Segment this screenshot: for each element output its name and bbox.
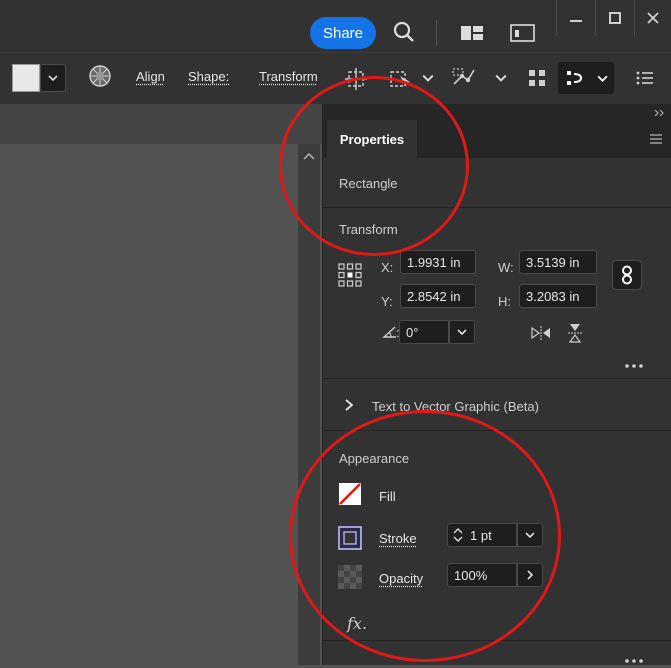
fill-swatch[interactable] [12, 64, 40, 92]
rotate-dropdown[interactable] [449, 320, 475, 344]
fill-label: Fill [379, 489, 396, 504]
panel-menu-icon[interactable] [648, 132, 664, 146]
chevron-right-icon[interactable] [343, 398, 355, 412]
stroke-weight-value: 1 pt [470, 527, 492, 543]
align-to-selection-icon[interactable] [343, 66, 369, 92]
window-layout-icon[interactable] [509, 22, 537, 44]
align-link[interactable]: Align [136, 69, 165, 84]
chevron-down-icon [457, 329, 467, 336]
chevron-down-icon [597, 75, 608, 82]
flip-vertical-icon[interactable] [566, 322, 584, 344]
opacity-checker-icon [338, 565, 362, 589]
chevron-down-icon [525, 532, 535, 539]
chevron-down-icon[interactable] [422, 72, 434, 84]
arrange-options-button[interactable] [558, 62, 614, 94]
chevron-right-icon [527, 570, 534, 580]
opacity-field[interactable]: 100% [447, 563, 517, 587]
w-label: W: [498, 260, 514, 275]
list-menu-icon[interactable] [634, 68, 656, 88]
y-field[interactable]: 2.8542 in [400, 284, 476, 308]
close-icon[interactable] [635, 0, 671, 36]
fill-none-swatch[interactable] [338, 482, 362, 506]
arrange-icon [567, 71, 583, 85]
x-field[interactable]: 1.9931 in [400, 250, 476, 274]
shape-link[interactable]: Shape: [188, 69, 229, 84]
tab-properties[interactable]: Properties [327, 120, 417, 158]
more-options-icon[interactable] [623, 653, 645, 663]
flip-horizontal-icon[interactable] [530, 324, 552, 342]
reference-point-icon[interactable] [338, 263, 362, 287]
constrain-proportions-button[interactable] [612, 260, 642, 290]
text-to-vector-section[interactable]: Text to Vector Graphic (Beta) [372, 399, 539, 414]
w-field[interactable]: 3.5139 in [519, 250, 597, 274]
chevron-down-icon [48, 75, 58, 82]
puppet-warp-icon[interactable] [450, 64, 478, 92]
divider [322, 640, 671, 641]
transform-link[interactable]: Transform [259, 69, 318, 84]
isolate-icon[interactable] [388, 66, 414, 92]
transform-section-title: Transform [339, 222, 398, 237]
link-icon [622, 265, 632, 285]
y-label: Y: [381, 294, 393, 309]
share-button[interactable]: Share [310, 17, 376, 49]
document-tab-bar [0, 104, 322, 144]
opacity-label[interactable]: Opacity [379, 571, 423, 586]
panel-dock-header [322, 104, 671, 120]
canvas[interactable] [0, 144, 300, 665]
vertical-scrollbar[interactable] [298, 144, 320, 665]
maximize-icon[interactable] [596, 0, 634, 36]
h-field[interactable]: 3.2083 in [519, 284, 597, 308]
stroke-label[interactable]: Stroke [379, 531, 417, 546]
divider [436, 20, 437, 46]
grid-arrange-icon[interactable] [526, 67, 548, 89]
divider [322, 378, 671, 379]
chevron-down-icon[interactable] [495, 72, 507, 84]
divider [322, 430, 671, 431]
scroll-up-arrow-icon[interactable] [302, 150, 316, 164]
search-icon[interactable] [389, 17, 419, 47]
opacity-expand-button[interactable] [517, 563, 543, 587]
h-label: H: [498, 294, 511, 309]
panel-layout-icon[interactable] [460, 24, 484, 42]
recolor-icon[interactable] [88, 64, 112, 88]
fill-swatch-dropdown[interactable] [40, 64, 66, 92]
stroke-swatch[interactable] [338, 526, 362, 550]
more-options-icon[interactable] [623, 358, 645, 368]
collapse-panels-icon[interactable] [652, 106, 666, 117]
object-type-label: Rectangle [339, 176, 398, 191]
minimize-icon[interactable] [557, 0, 595, 36]
appearance-section-title: Appearance [339, 451, 410, 466]
fx-effects-button[interactable]: fx. [347, 614, 367, 633]
stroke-weight-field[interactable]: 1 pt [447, 523, 517, 547]
stepper-arrows-icon[interactable] [452, 526, 464, 544]
divider [322, 207, 671, 208]
rotate-field[interactable]: 0° [399, 320, 449, 344]
x-label: X: [381, 260, 394, 275]
stroke-weight-dropdown[interactable] [517, 523, 543, 547]
